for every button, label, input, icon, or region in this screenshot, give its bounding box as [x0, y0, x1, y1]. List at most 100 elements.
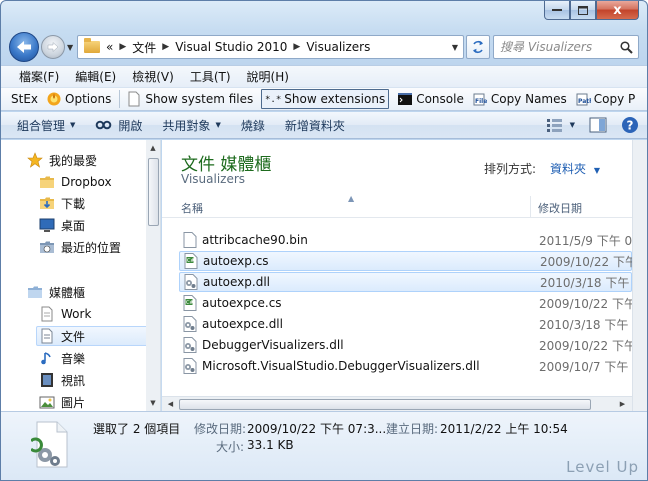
extensions-icon: *.*: [265, 95, 281, 105]
folder-icon: [40, 176, 54, 188]
scroll-left-icon[interactable]: ◀: [163, 397, 178, 412]
show-extensions-button[interactable]: *.* Show extensions: [261, 89, 390, 109]
column-divider[interactable]: [530, 196, 531, 218]
view-options-icon[interactable]: [546, 117, 564, 133]
toolbar-separator: [119, 90, 121, 108]
minimize-button[interactable]: [544, 1, 570, 20]
nav-pictures[interactable]: 圖片: [39, 392, 85, 411]
file-name: autoexpce.dll: [202, 317, 283, 331]
breadcrumb-visualizers[interactable]: Visualizers: [306, 40, 370, 54]
view-controls: ▼ ?: [546, 116, 639, 134]
content-horizontal-scrollbar[interactable]: ◀ ▶: [162, 396, 632, 411]
close-button[interactable]: x: [596, 1, 639, 20]
horizontal-scroll-thumb[interactable]: [179, 399, 591, 410]
nav-recent[interactable]: 最近的位置: [39, 237, 121, 257]
breadcrumb-documents[interactable]: 文件: [132, 39, 156, 56]
menu-edit[interactable]: 編輯(E): [67, 68, 124, 85]
sort-ascending-icon: ▲: [348, 194, 355, 203]
music-icon: [41, 352, 51, 365]
nav-label: 圖片: [61, 395, 86, 410]
copy-names-button[interactable]: File Copy Names: [472, 91, 567, 107]
nav-desktop[interactable]: 桌面: [39, 215, 85, 235]
scroll-up-icon[interactable]: ▲: [148, 141, 158, 155]
svg-text:C#: C#: [186, 300, 194, 306]
nav-label: 桌面: [61, 218, 86, 233]
menu-view[interactable]: 檢視(V): [124, 68, 182, 85]
menu-help[interactable]: 說明(H): [239, 68, 297, 85]
open-button[interactable]: 開啟: [95, 117, 142, 134]
scroll-right-icon[interactable]: ▶: [615, 397, 630, 412]
file-date-modified: 2009/10/7 下午 0: [539, 359, 632, 374]
dll-file-icon: [184, 274, 198, 290]
file-name: attribcache90.bin: [202, 233, 308, 247]
nav-libraries[interactable]: 媒體櫃: [27, 282, 85, 302]
nav-label: 視訊: [61, 373, 86, 388]
menu-file[interactable]: 檔案(F): [11, 68, 67, 85]
file-row[interactable]: C# autoexpce.cs 2009/10/22 下午 0: [179, 293, 632, 313]
nav-label: 最近的位置: [61, 240, 122, 255]
maximize-button[interactable]: [570, 1, 596, 20]
menu-tools[interactable]: 工具(T): [182, 68, 239, 85]
new-folder-button[interactable]: 新增資料夾: [285, 117, 345, 134]
file-row[interactable]: autoexpce.dll 2010/3/18 下午 1: [179, 314, 632, 334]
nav-scroll-thumb[interactable]: [148, 158, 159, 226]
file-row[interactable]: autoexp.dll 2010/3/18 下午 1: [179, 272, 632, 292]
file-row[interactable]: DebuggerVisualizers.dll 2009/10/22 下午 07: [179, 335, 632, 355]
scroll-down-icon[interactable]: ▼: [148, 396, 158, 410]
refresh-button[interactable]: [466, 35, 490, 59]
preview-pane-icon[interactable]: [589, 117, 607, 133]
recent-pages-dropdown[interactable]: ▼: [67, 43, 73, 52]
sun-options-icon: [47, 92, 61, 106]
share-button[interactable]: 共用對象 ▼: [162, 117, 220, 134]
file-row[interactable]: Microsoft.VisualStudio.DebuggerVisualize…: [179, 356, 632, 376]
column-name[interactable]: 名稱: [181, 200, 203, 216]
arrange-by-dropdown[interactable]: 資料夾 ▼: [550, 160, 600, 177]
copy-path-label: Copy P: [593, 92, 636, 106]
burn-button[interactable]: 燒錄: [241, 117, 265, 134]
file-row[interactable]: attribcache90.bin 2011/5/9 下午 01: [179, 230, 632, 250]
stex-options-button[interactable]: Options: [46, 91, 111, 107]
cs-file-icon: C#: [183, 295, 197, 311]
svg-text:*.*: *.*: [265, 95, 281, 105]
chevron-right-icon[interactable]: ▶: [119, 42, 126, 52]
refresh-icon: [473, 40, 483, 54]
file-row[interactable]: C# autoexp.cs 2009/10/22 下午 0: [179, 251, 632, 271]
help-icon[interactable]: ?: [621, 116, 639, 134]
forward-button[interactable]: [41, 35, 65, 59]
search-input[interactable]: [500, 40, 618, 54]
chevron-right-icon[interactable]: ▶: [162, 42, 169, 52]
show-system-files-label: Show system files: [145, 92, 254, 106]
console-button[interactable]: Console: [397, 91, 464, 107]
back-button[interactable]: [9, 32, 39, 62]
breadcrumb-overflow[interactable]: «: [106, 40, 113, 54]
nav-label: 下載: [61, 196, 86, 211]
nav-label: 媒體櫃: [49, 285, 86, 300]
chevron-right-icon[interactable]: ▶: [293, 42, 300, 52]
nav-dropbox[interactable]: Dropbox: [39, 172, 112, 192]
nav-scrollbar[interactable]: ▲ ▼: [146, 140, 160, 411]
recent-places-icon: [40, 241, 54, 253]
breadcrumb-visual-studio[interactable]: Visual Studio 2010: [175, 40, 287, 54]
nav-music[interactable]: 音樂: [39, 348, 85, 368]
search-box[interactable]: [493, 35, 639, 59]
nav-work[interactable]: Work: [39, 304, 91, 324]
address-dropdown-button[interactable]: ▼: [447, 36, 463, 58]
nav-videos[interactable]: 視訊: [39, 370, 85, 390]
content-vertical-scrollbar[interactable]: [632, 140, 647, 411]
nav-favorites[interactable]: 我的最愛: [27, 150, 97, 170]
organize-button[interactable]: 組合管理 ▼: [17, 117, 75, 134]
address-bar[interactable]: « ▶ 文件 ▶ Visual Studio 2010 ▶ Visualizer…: [77, 35, 464, 59]
chevron-down-icon[interactable]: ▼: [570, 121, 575, 129]
nav-documents[interactable]: 文件: [36, 326, 152, 346]
nav-label: 音樂: [61, 351, 86, 366]
copy-path-button[interactable]: Path Copy P: [575, 91, 636, 107]
open-icon: [96, 120, 112, 130]
search-icon[interactable]: [620, 41, 633, 54]
column-date-modified[interactable]: 修改日期: [538, 200, 582, 216]
file-date-modified: 2010/3/18 下午 1: [539, 317, 632, 332]
file-name: autoexpce.cs: [202, 296, 282, 310]
file-name: DebuggerVisualizers.dll: [202, 338, 344, 352]
nav-downloads[interactable]: 下載: [39, 193, 85, 213]
stex-toolbar: StEx Options Show system files *.* Show …: [1, 87, 647, 111]
show-system-files-button[interactable]: Show system files: [126, 91, 253, 107]
